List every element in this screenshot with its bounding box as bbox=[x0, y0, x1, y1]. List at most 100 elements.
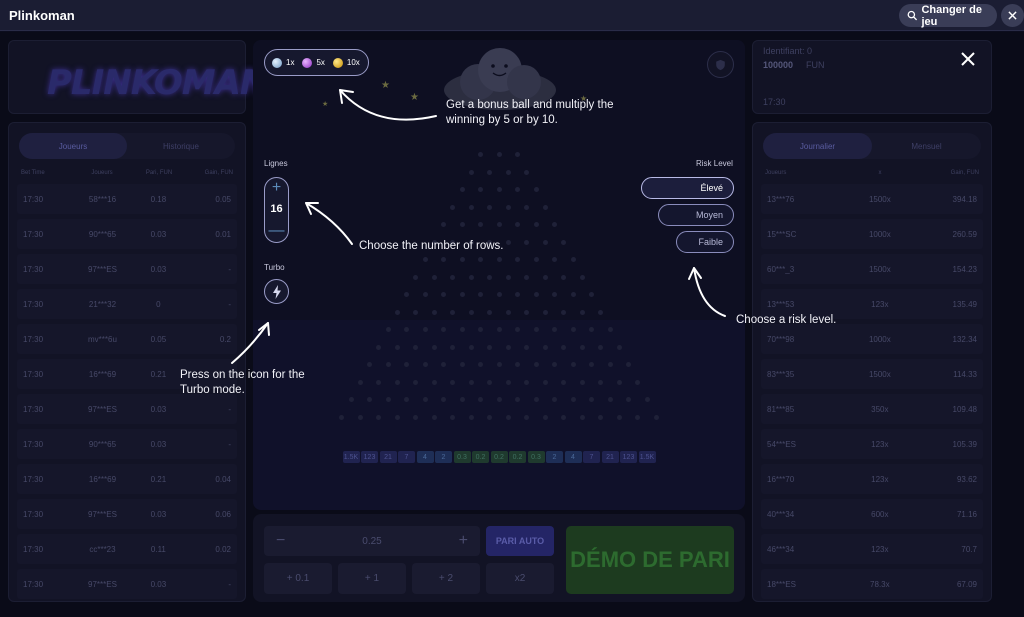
column-header: x bbox=[878, 170, 882, 176]
table-cell: cc***23 bbox=[89, 544, 116, 554]
currency-label: FUN bbox=[806, 60, 825, 70]
tab-joueurs[interactable]: Joueurs bbox=[19, 133, 127, 159]
column-header: Gain, FUN bbox=[204, 170, 233, 176]
peg bbox=[487, 204, 493, 210]
table-cell: 17:30 bbox=[23, 334, 44, 344]
auto-bet-button[interactable]: PARI AUTO bbox=[486, 526, 554, 556]
peg bbox=[478, 327, 483, 332]
peg bbox=[579, 344, 585, 350]
table-cell: 0.05 bbox=[150, 334, 167, 344]
change-game-button[interactable]: Changer de jeu bbox=[899, 4, 997, 28]
close-game-button[interactable] bbox=[1001, 4, 1024, 27]
ball-1x-icon bbox=[272, 57, 282, 68]
multiplier-slot: 0.2 bbox=[472, 451, 489, 463]
table-cell: 0.04 bbox=[215, 474, 231, 484]
bet-amount-stepper[interactable]: − 0.25 + bbox=[264, 526, 480, 556]
close-tutorial-button[interactable] bbox=[956, 47, 980, 71]
table-cell: 1000x bbox=[868, 229, 891, 239]
peg bbox=[505, 414, 511, 420]
multiplier-slot: 4 bbox=[416, 451, 434, 463]
peg bbox=[496, 362, 502, 367]
peg bbox=[478, 362, 483, 367]
table-row: 54***ES 123x 105.39 bbox=[761, 429, 983, 459]
table-cell: 123x bbox=[871, 299, 889, 309]
peg bbox=[524, 169, 530, 175]
peg bbox=[561, 274, 567, 280]
table-row: 17:30 97***ES 0.03 0.06 bbox=[17, 499, 237, 529]
table-cell: 0 bbox=[156, 299, 161, 309]
table-cell: 97***ES bbox=[88, 264, 117, 274]
peg bbox=[413, 274, 419, 280]
peg bbox=[468, 274, 474, 280]
table-cell: 97***ES bbox=[88, 579, 117, 589]
turbo-button[interactable] bbox=[264, 279, 289, 304]
rows-increase-button[interactable]: + bbox=[265, 179, 288, 196]
peg bbox=[468, 414, 474, 420]
peg bbox=[422, 292, 428, 297]
table-cell: 70.7 bbox=[961, 544, 977, 554]
increase-bet-icon[interactable]: + bbox=[459, 532, 468, 550]
peg bbox=[385, 397, 391, 402]
add-1-button[interactable]: + 1 bbox=[338, 563, 406, 594]
star-icon: ★ bbox=[410, 92, 419, 103]
tab-journalier[interactable]: Journalier bbox=[763, 133, 872, 159]
peg bbox=[524, 309, 530, 315]
table-cell: 78.3x bbox=[870, 579, 890, 589]
table-cell: 17:30 bbox=[23, 194, 44, 204]
peg bbox=[524, 344, 530, 350]
peg bbox=[533, 362, 539, 367]
peg bbox=[376, 414, 382, 420]
table-cell: 1500x bbox=[868, 194, 891, 204]
peg bbox=[607, 397, 613, 402]
table-cell: 600x bbox=[871, 509, 889, 519]
table-cell: 90***65 bbox=[88, 439, 117, 449]
table-cell: 0.06 bbox=[215, 509, 231, 519]
table-cell: 17:30 bbox=[23, 474, 44, 484]
tab-mensuel[interactable]: Mensuel bbox=[872, 133, 981, 159]
peg bbox=[357, 414, 363, 420]
peg bbox=[626, 397, 631, 402]
ball-10x-icon bbox=[332, 57, 343, 68]
peg bbox=[394, 414, 400, 420]
bonus-balls-pill[interactable]: 1x 5x 10x bbox=[264, 49, 369, 76]
peg bbox=[496, 222, 502, 227]
double-bet-button[interactable]: x2 bbox=[486, 563, 554, 594]
peg bbox=[404, 362, 409, 367]
risk-medium-button[interactable]: Moyen bbox=[658, 204, 734, 226]
bonus-10x-label: 10x bbox=[346, 58, 360, 67]
decrease-bet-icon[interactable]: − bbox=[276, 532, 285, 550]
peg bbox=[468, 309, 474, 315]
peg bbox=[533, 397, 539, 402]
fairness-button[interactable] bbox=[707, 51, 734, 78]
risk-high-button[interactable]: Élevé bbox=[641, 177, 734, 199]
peg bbox=[626, 362, 631, 367]
table-row: 17:30 cc***23 0.11 0.02 bbox=[17, 534, 237, 564]
add-01-button[interactable]: + 0.1 bbox=[264, 563, 332, 594]
risk-low-button[interactable]: Faible bbox=[676, 231, 734, 253]
peg bbox=[487, 344, 493, 350]
peg bbox=[524, 414, 530, 420]
table-cell: 17:30 bbox=[23, 509, 44, 519]
rows-decrease-button[interactable]: — bbox=[265, 222, 288, 239]
peg bbox=[404, 292, 409, 297]
peg bbox=[441, 257, 446, 262]
logo-panel: PLINKOMAN bbox=[8, 40, 268, 114]
peg bbox=[348, 397, 354, 402]
peg bbox=[579, 274, 585, 280]
multiplier-slot: 7 bbox=[583, 451, 600, 463]
tab-historique[interactable]: Historique bbox=[127, 133, 235, 159]
top-bar: Plinkoman Changer de jeu bbox=[0, 0, 1024, 31]
peg bbox=[431, 274, 437, 280]
demo-bet-button[interactable]: DÉMO DE PARI bbox=[566, 526, 734, 594]
peg bbox=[367, 397, 372, 402]
multiplier-slot: 0.3 bbox=[453, 451, 471, 463]
peg bbox=[589, 397, 594, 402]
add-2-button[interactable]: + 2 bbox=[412, 563, 480, 594]
table-cell: 18***ES bbox=[767, 579, 796, 589]
multiplier-slot: 4 bbox=[564, 451, 582, 463]
table-row: 40***34 600x 71.16 bbox=[761, 499, 983, 529]
column-header: Bet Time bbox=[21, 170, 45, 176]
table-cell: 114.33 bbox=[953, 369, 977, 379]
peg bbox=[422, 397, 428, 402]
peg bbox=[607, 362, 613, 367]
